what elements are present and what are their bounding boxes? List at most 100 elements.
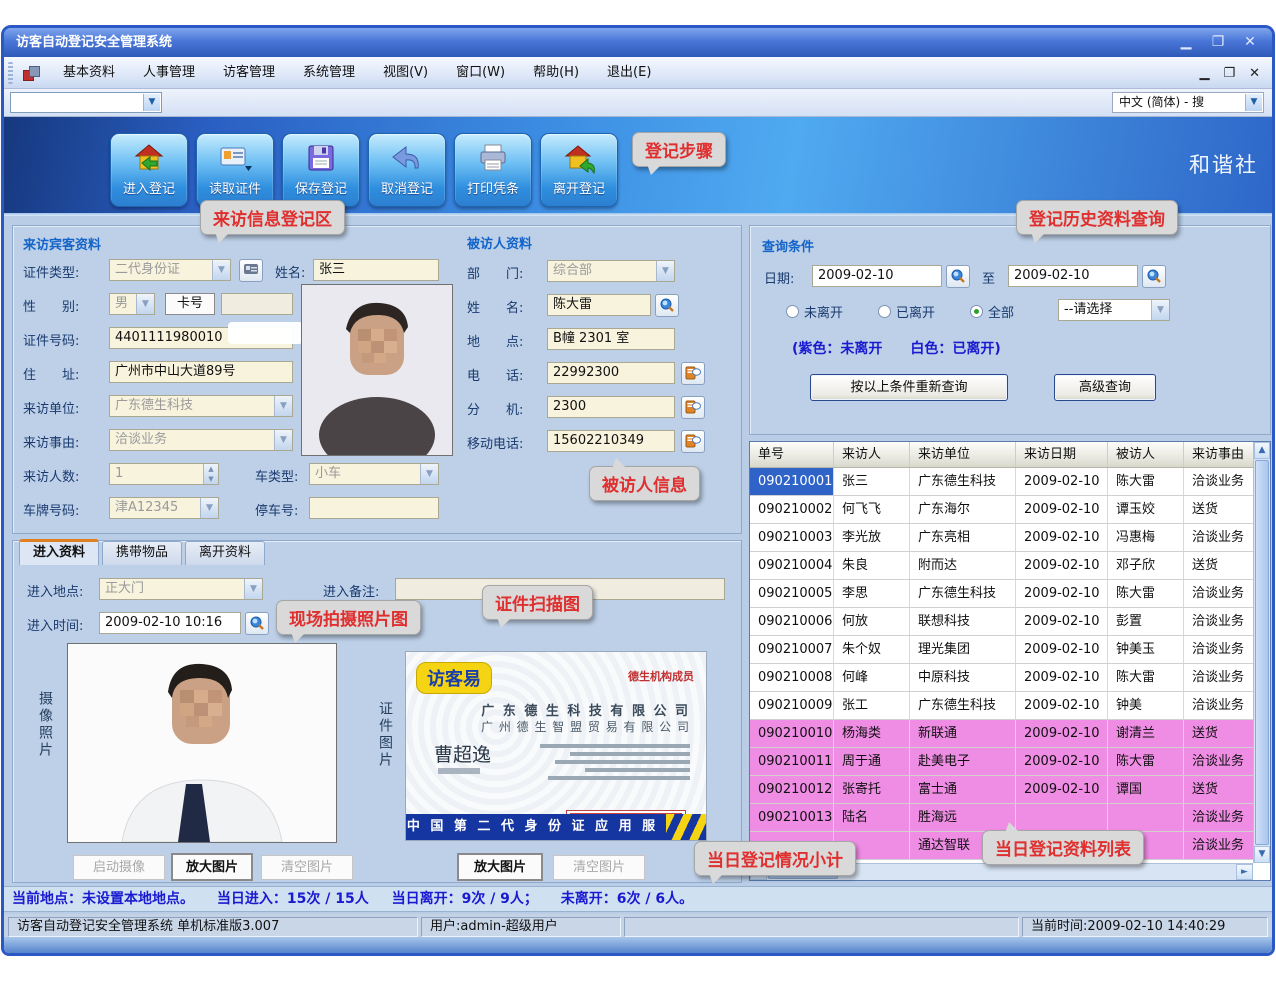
chevron-down-icon[interactable]: ▼ bbox=[1245, 94, 1262, 111]
place-input[interactable]: B幢 2301 室 bbox=[547, 328, 675, 350]
card-no-input[interactable] bbox=[221, 293, 293, 315]
menu-item-6[interactable]: 帮助(H) bbox=[519, 57, 593, 89]
column-header-company[interactable]: 来访单位 bbox=[910, 442, 1016, 467]
calendar-picker-icon[interactable] bbox=[245, 612, 269, 635]
visit-reason-select[interactable]: 洽谈业务▼ bbox=[109, 429, 293, 451]
mdi-restore-icon[interactable]: ❐ bbox=[1223, 66, 1235, 81]
tab-1[interactable]: 携带物品 bbox=[102, 541, 182, 565]
toolbar-button-print-slip[interactable]: 打印凭条 bbox=[454, 133, 532, 207]
zoom-card-button[interactable]: 放大图片 bbox=[457, 853, 543, 881]
card-no-button[interactable]: 卡号 bbox=[165, 293, 215, 315]
visitor-count-stepper[interactable]: 1▲▼ bbox=[109, 463, 219, 485]
toolbar-button-save-register[interactable]: 保存登记 bbox=[282, 133, 360, 207]
clear-photo-button[interactable]: 清空图片 bbox=[261, 855, 353, 880]
quick-select-combobox[interactable]: ▼ bbox=[10, 92, 162, 113]
gender-select[interactable]: 男▼ bbox=[109, 293, 155, 315]
entry-loc-select[interactable]: 正大门▼ bbox=[99, 578, 263, 600]
calendar-picker-icon[interactable] bbox=[1142, 265, 1166, 288]
toolbar-button-read-card[interactable]: 读取证件 bbox=[196, 133, 274, 207]
menu-item-3[interactable]: 系统管理 bbox=[289, 57, 369, 89]
column-header-date[interactable]: 来访日期 bbox=[1016, 442, 1108, 467]
mobile-input[interactable]: 15602210349 bbox=[547, 430, 675, 452]
table-row[interactable]: 090210011周于通赴美电子2009-02-10陈大雷洽谈业务 bbox=[750, 748, 1270, 776]
callout-steps: 登记步骤 bbox=[632, 132, 726, 167]
menu-item-7[interactable]: 退出(E) bbox=[593, 57, 665, 89]
scroll-up-icon[interactable]: ▲ bbox=[1254, 442, 1270, 459]
mdi-close-icon[interactable]: ✕ bbox=[1249, 66, 1260, 81]
start-camera-button[interactable]: 启动摄像 bbox=[73, 855, 165, 880]
dept-select[interactable]: 综合部▼ bbox=[547, 260, 675, 282]
cell-visited: 陈大雷 bbox=[1108, 664, 1184, 691]
table-row[interactable]: 090210001张三广东德生科技2009-02-10陈大雷洽谈业务 bbox=[750, 468, 1270, 496]
radio-dot-icon bbox=[970, 305, 983, 318]
cell-visitor: 张三 bbox=[834, 468, 910, 495]
address-input[interactable]: 广州市中山大道89号 bbox=[109, 361, 293, 383]
scroll-down-icon[interactable]: ▼ bbox=[1254, 846, 1270, 863]
date-to-input[interactable]: 2009-02-10 bbox=[1008, 265, 1138, 287]
table-row[interactable]: 090210006何放联想科技2009-02-10彭置洽谈业务 bbox=[750, 608, 1270, 636]
visit-company-select[interactable]: 广东德生科技▼ bbox=[109, 395, 293, 417]
restore-icon[interactable]: ❐ bbox=[1206, 32, 1230, 52]
vehicle-type-select[interactable]: 小车▼ bbox=[309, 463, 439, 485]
call-notify-icon[interactable] bbox=[681, 362, 705, 385]
table-row[interactable]: 090210007朱个奴理光集团2009-02-10钟美玉洽谈业务 bbox=[750, 636, 1270, 664]
column-header-id[interactable]: 单号 bbox=[750, 442, 834, 467]
menu-item-2[interactable]: 访客管理 bbox=[209, 57, 289, 89]
language-bar[interactable]: 中文 (简体) - 搜 ▼ bbox=[1112, 92, 1264, 113]
call-notify-icon[interactable] bbox=[681, 396, 705, 419]
zoom-photo-button[interactable]: 放大图片 bbox=[171, 853, 253, 881]
menu-item-0[interactable]: 基本资料 bbox=[49, 57, 129, 89]
parking-input[interactable] bbox=[309, 497, 439, 519]
table-row[interactable]: 090210004朱良附而达2009-02-10邓子欣送货 bbox=[750, 552, 1270, 580]
chevron-down-icon[interactable]: ▼ bbox=[143, 94, 160, 111]
table-row[interactable]: 090210003李光放广东亮相2009-02-10冯惠梅洽谈业务 bbox=[750, 524, 1270, 552]
visited-name-input[interactable]: 陈大雷 bbox=[547, 294, 651, 316]
table-row[interactable]: 090210002何飞飞广东海尔2009-02-10谭玉姣送货 bbox=[750, 496, 1270, 524]
menu-item-5[interactable]: 窗口(W) bbox=[442, 57, 519, 89]
visitor-name-input[interactable]: 张三 bbox=[313, 259, 439, 281]
filter-select[interactable]: --请选择▼ bbox=[1058, 299, 1170, 321]
radio-1[interactable]: 已离开 bbox=[878, 302, 935, 321]
phone-input[interactable]: 22992300 bbox=[547, 362, 675, 384]
vertical-scrollbar[interactable]: ▲ ▼ bbox=[1253, 442, 1270, 863]
entry-time-input[interactable]: 2009-02-10 10:16 bbox=[99, 612, 241, 634]
column-header-visitor[interactable]: 来访人 bbox=[834, 442, 910, 467]
callout-live-photo: 现场拍摄照片图 bbox=[276, 600, 421, 635]
toolbar-button-enter-register[interactable]: 进入登记 bbox=[110, 133, 188, 207]
table-row[interactable]: 090210012张寄托富士通2009-02-10谭国送货 bbox=[750, 776, 1270, 804]
calendar-picker-icon[interactable] bbox=[946, 265, 970, 288]
minimize-icon[interactable]: ▁ bbox=[1174, 32, 1198, 52]
requery-button[interactable]: 按以上条件重新查询 bbox=[810, 374, 1008, 401]
advanced-query-button[interactable]: 高级查询 bbox=[1054, 374, 1156, 401]
cert-type-select[interactable]: 二代身份证▼ bbox=[109, 259, 231, 281]
mdi-minimize-icon[interactable]: ▁ bbox=[1199, 66, 1209, 81]
table-row[interactable]: 090210009张工广东德生科技2009-02-10钟美洽谈业务 bbox=[750, 692, 1270, 720]
cell-date: 2009-02-10 bbox=[1016, 776, 1108, 803]
table-row[interactable]: 090210005李思广东德生科技2009-02-10陈大雷洽谈业务 bbox=[750, 580, 1270, 608]
search-person-icon[interactable] bbox=[655, 294, 679, 317]
scroll-thumb[interactable] bbox=[1255, 460, 1269, 845]
call-notify-icon[interactable] bbox=[681, 430, 705, 453]
cell-id: 090210013 bbox=[750, 804, 834, 831]
toolbar-grip[interactable] bbox=[8, 62, 13, 84]
table-row[interactable]: 090210010杨海类新联通2009-02-10谢清兰送货 bbox=[750, 720, 1270, 748]
tab-2[interactable]: 离开资料 bbox=[185, 541, 265, 565]
tab-0[interactable]: 进入资料 bbox=[19, 539, 99, 565]
radio-0[interactable]: 未离开 bbox=[786, 302, 843, 321]
clear-card-button[interactable]: 清空图片 bbox=[553, 855, 645, 880]
menu-item-4[interactable]: 视图(V) bbox=[369, 57, 442, 89]
column-header-reason[interactable]: 来访事由 bbox=[1184, 442, 1255, 467]
menu-item-1[interactable]: 人事管理 bbox=[129, 57, 209, 89]
scroll-right-icon[interactable]: ► bbox=[1236, 864, 1253, 880]
radio-2[interactable]: 全部 bbox=[970, 302, 1014, 321]
plate-select[interactable]: 津A12345▼ bbox=[109, 497, 219, 519]
column-header-visited[interactable]: 被访人 bbox=[1108, 442, 1184, 467]
close-icon[interactable]: ✕ bbox=[1238, 32, 1262, 52]
ext-input[interactable]: 2300 bbox=[547, 396, 675, 418]
date-from-input[interactable]: 2009-02-10 bbox=[812, 265, 942, 287]
toolbar-button-leave-register[interactable]: 离开登记 bbox=[540, 133, 618, 207]
table-row[interactable]: 090210008何峰中原科技2009-02-10陈大雷洽谈业务 bbox=[750, 664, 1270, 692]
cell-id: 090210011 bbox=[750, 748, 834, 775]
card-reader-icon[interactable] bbox=[239, 259, 263, 282]
toolbar-button-cancel-register[interactable]: 取消登记 bbox=[368, 133, 446, 207]
